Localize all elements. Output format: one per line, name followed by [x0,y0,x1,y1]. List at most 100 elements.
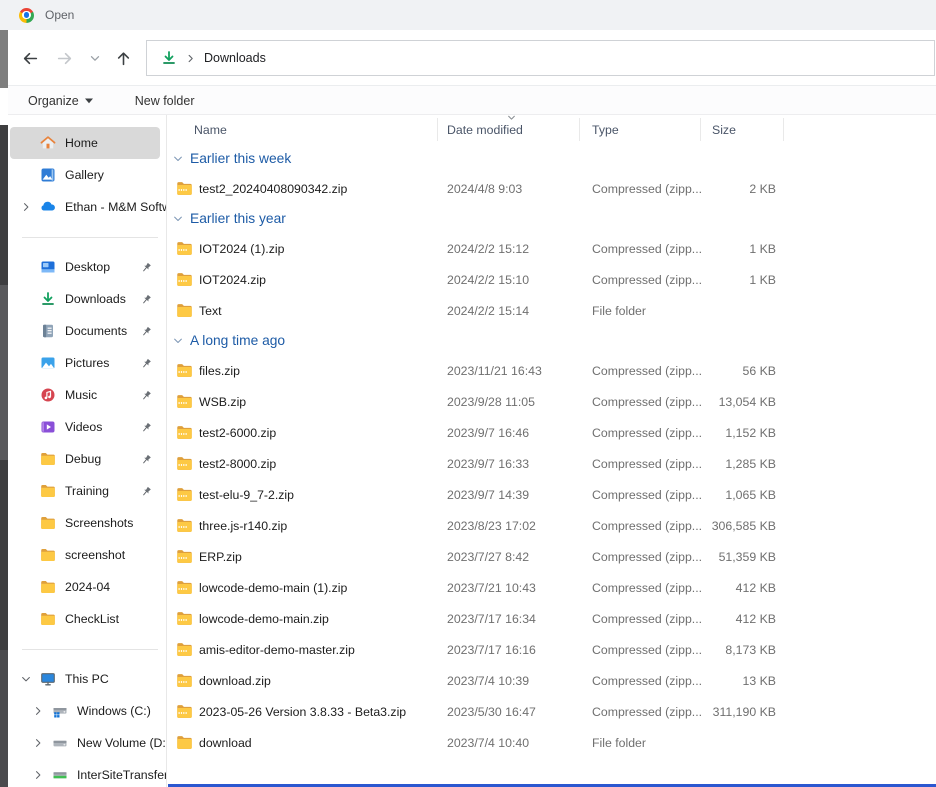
back-button[interactable] [19,47,41,69]
group-header-earlier-this-week[interactable]: Earlier this week [167,144,936,173]
sidebar-item-this-pc[interactable]: This PC [8,663,166,695]
sidebar-item-videos[interactable]: Videos [8,411,166,443]
file-row-erp-zip[interactable]: ERP.zip2023/7/27 8:42Compressed (zipp...… [167,541,936,572]
file-row-lowcode-demo-main-1-zip[interactable]: lowcode-demo-main (1).zip2023/7/21 10:43… [167,572,936,603]
file-date-modified: 2024/2/2 15:12 [447,233,529,264]
pin-icon[interactable] [140,293,153,306]
address-bar[interactable]: Downloads [146,40,935,76]
sidebar-item-screenshots[interactable]: Screenshots [8,507,166,539]
sidebar-item-desktop[interactable]: Desktop [8,251,166,283]
file-row-wsb-zip[interactable]: WSB.zip2023/9/28 11:05Compressed (zipp..… [167,386,936,417]
file-row-three-js-r140-zip[interactable]: three.js-r140.zip2023/8/23 17:02Compress… [167,510,936,541]
dialog-titlebar: Open [0,0,936,30]
column-header-type[interactable]: Type [592,115,619,144]
file-date-modified: 2023/7/17 16:16 [447,634,536,665]
pin-icon[interactable] [140,453,153,466]
file-row-2023-05-26-version-3-8-33-beta3-zip[interactable]: 2023-05-26 Version 3.8.33 - Beta3.zip202… [167,696,936,727]
expand-chevron-right-icon[interactable] [32,769,52,781]
zip-folder-icon [176,455,193,472]
zip-folder-icon [176,362,193,379]
sidebar-item-intersitetransfer-i[interactable]: InterSiteTransfer (I [8,759,166,787]
group-header-a-long-time-ago[interactable]: A long time ago [167,326,936,355]
group-chevron-icon [172,335,184,347]
sidebar-item-windows-c[interactable]: Windows (C:) [8,695,166,727]
zip-folder-icon [176,641,193,658]
up-arrow-icon [115,50,132,67]
file-row-iot2024-zip[interactable]: IOT2024.zip2024/2/2 15:10Compressed (zip… [167,264,936,295]
file-row-iot2024-1-zip[interactable]: IOT2024 (1).zip2024/2/2 15:12Compressed … [167,233,936,264]
sidebar-item-pictures[interactable]: Pictures [8,347,166,379]
sidebar-item-label: Documents [65,324,127,338]
organize-button[interactable]: Organize [16,86,105,115]
file-row-test-elu-9-7-2-zip[interactable]: test-elu-9_7-2.zip2023/9/7 14:39Compress… [167,479,936,510]
sidebar-item-debug[interactable]: Debug [8,443,166,475]
sidebar-item-downloads[interactable]: Downloads [8,283,166,315]
folder-icon [40,515,56,531]
forward-button[interactable] [53,47,75,69]
pin-icon[interactable] [140,485,153,498]
sidebar-item-checklist[interactable]: CheckList [8,603,166,635]
group-header-earlier-this-year[interactable]: Earlier this year [167,204,936,233]
sidebar-item-music[interactable]: Music [8,379,166,411]
column-divider[interactable] [437,118,438,141]
pin-icon[interactable] [140,325,153,338]
expand-chevron-right-icon[interactable] [32,705,52,717]
sidebar-item-ethan-m-m-softw[interactable]: Ethan - M&M Softw [8,191,166,223]
file-row-text[interactable]: Text2024/2/2 15:14File folder [167,295,936,326]
file-date-modified: 2024/2/2 15:14 [447,295,529,326]
sidebar-item-2024-04[interactable]: 2024-04 [8,571,166,603]
breadcrumb-location[interactable]: Downloads [204,51,266,65]
sidebar-item-training[interactable]: Training [8,475,166,507]
file-size: 8,173 KB [637,634,776,665]
up-button[interactable] [112,47,134,69]
sidebar-item-screenshot[interactable]: screenshot [8,539,166,571]
file-row-download[interactable]: download2023/7/4 10:40File folder [167,727,936,758]
file-date-modified: 2023/11/21 16:43 [447,355,542,386]
pin-icon[interactable] [140,261,153,274]
sidebar-item-home[interactable]: Home [10,127,160,159]
expand-chevron-down-icon[interactable] [20,673,40,685]
sidebar-item-documents[interactable]: Documents [8,315,166,347]
file-row-test2-20240408090342-zip[interactable]: test2_20240408090342.zip2024/4/8 9:03Com… [167,173,936,204]
file-row-test2-8000-zip[interactable]: test2-8000.zip2023/9/7 16:33Compressed (… [167,448,936,479]
file-name: download.zip [199,674,271,688]
thispc-icon [40,671,56,687]
expand-chevron-right-icon[interactable] [20,201,40,213]
file-date-modified: 2024/4/8 9:03 [447,173,522,204]
file-name: test2-8000.zip [199,457,276,471]
file-name-cell: WSB.zip [176,386,246,417]
pin-icon[interactable] [140,357,153,370]
column-header-name[interactable]: Name [194,115,227,144]
pin-icon[interactable] [140,421,153,434]
file-row-download-zip[interactable]: download.zip2023/7/4 10:39Compressed (zi… [167,665,936,696]
file-row-test2-6000-zip[interactable]: test2-6000.zip2023/9/7 16:46Compressed (… [167,417,936,448]
zip-folder-icon [176,579,193,596]
background-window-edge [0,285,8,460]
expand-chevron-right-icon[interactable] [32,737,52,749]
sidebar: Home GalleryEthan - M&M Softw DesktopDownl… [8,115,166,787]
column-divider[interactable] [579,118,580,141]
recent-locations-button[interactable] [84,47,106,69]
file-size: 1 KB [637,233,776,264]
file-name-cell: test2_20240408090342.zip [176,173,347,204]
column-divider[interactable] [700,118,701,141]
pin-icon[interactable] [140,389,153,402]
sidebar-item-label: Home [65,136,98,150]
file-name: three.js-r140.zip [199,519,287,533]
file-row-lowcode-demo-main-zip[interactable]: lowcode-demo-main.zip2023/7/17 16:34Comp… [167,603,936,634]
file-row-files-zip[interactable]: files.zip2023/11/21 16:43Compressed (zip… [167,355,936,386]
sidebar-item-label: CheckList [65,612,119,626]
zip-folder-icon [176,703,193,720]
open-file-dialog: Open Downloads O [0,0,936,787]
group-label: A long time ago [190,333,285,348]
file-size: 1 KB [637,264,776,295]
file-size: 1,152 KB [637,417,776,448]
sidebar-item-gallery[interactable]: Gallery [8,159,166,191]
chevron-right-icon [32,737,44,749]
file-name: IOT2024.zip [199,273,266,287]
sidebar-item-new-volume-d[interactable]: New Volume (D:) [8,727,166,759]
new-folder-button[interactable]: New folder [123,86,207,115]
file-row-amis-editor-demo-master-zip[interactable]: amis-editor-demo-master.zip2023/7/17 16:… [167,634,936,665]
column-header-size[interactable]: Size [712,115,736,144]
column-divider[interactable] [783,118,784,141]
